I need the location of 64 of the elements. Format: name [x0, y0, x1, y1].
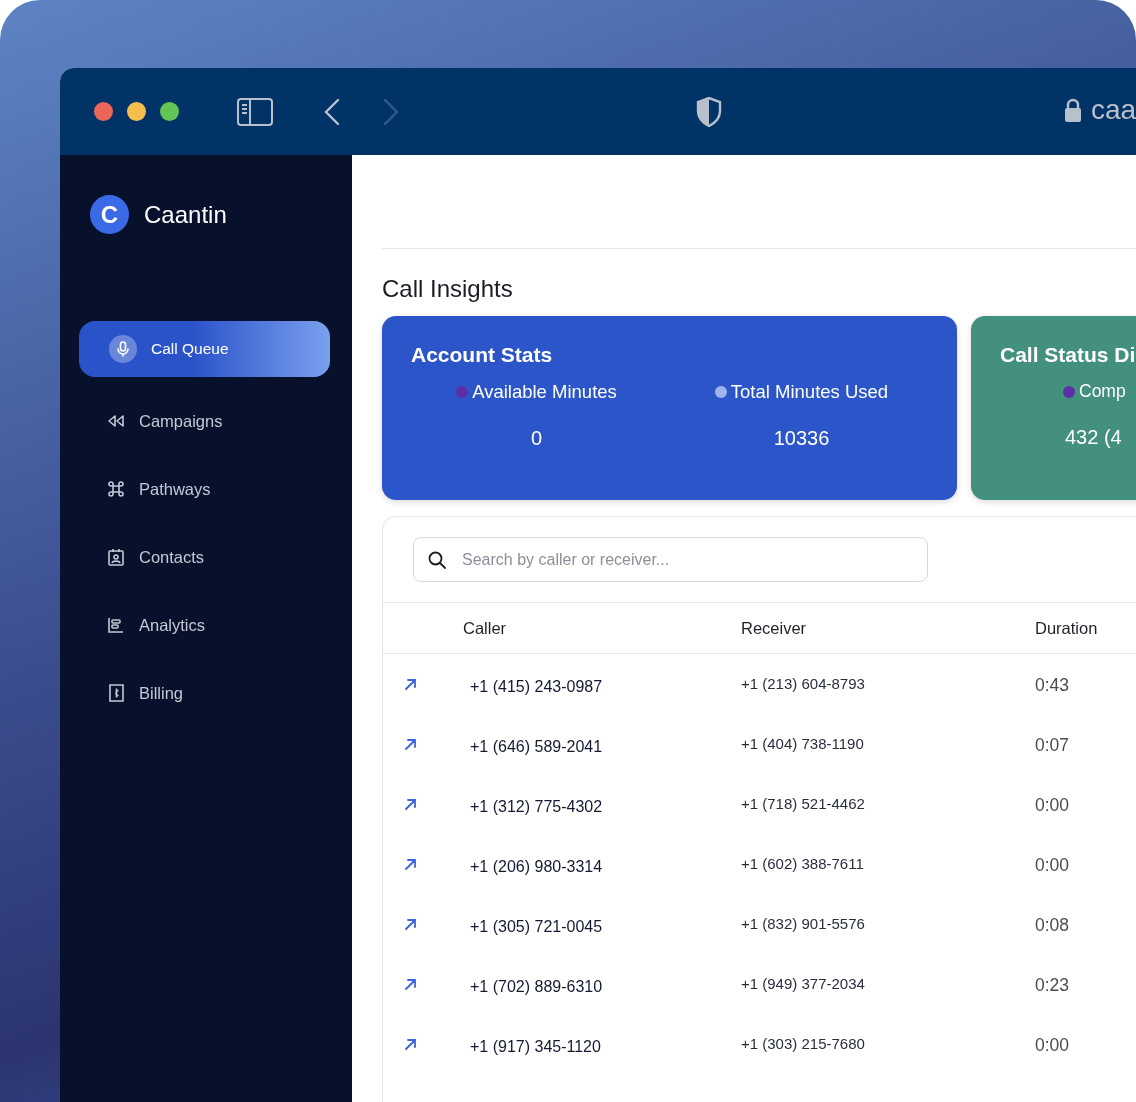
logo-icon: C: [90, 195, 129, 234]
outgoing-call-icon: [405, 978, 416, 990]
back-chevron-icon[interactable]: [324, 97, 340, 126]
nav-item[interactable]: Billing: [79, 665, 330, 721]
outgoing-call-icon: [405, 1038, 416, 1050]
sidebar-toggle-icon[interactable]: [237, 97, 273, 126]
nav-item[interactable]: Analytics: [79, 597, 330, 653]
caller-number: +1 (415) 243-0987: [470, 678, 603, 695]
section-title: Call Insights: [382, 275, 514, 303]
call-duration: 0:00: [1035, 854, 1070, 875]
stat-value: 10336: [773, 427, 830, 449]
column-header[interactable]: Caller: [463, 618, 507, 637]
call-duration: 0:07: [1035, 734, 1070, 755]
call-duration: 0:00: [1035, 1034, 1070, 1055]
receiver-number: +1 (213) 604-8793: [741, 674, 865, 692]
call-duration: 0:00: [1035, 794, 1070, 815]
caller-number: +1 (702) 889-6310: [470, 978, 603, 995]
nav-item[interactable]: Call Queue: [79, 321, 330, 377]
microphone-icon: [117, 341, 129, 357]
outgoing-call-icon: [405, 918, 416, 930]
card-title: Account Stats: [410, 343, 554, 367]
stat-value: 432 (4: [1065, 426, 1122, 448]
receiver-number: +1 (832) 901-5576: [741, 914, 865, 932]
caller-number: +1 (312) 775-4302: [470, 798, 603, 815]
card-title: Call Status Di: [999, 343, 1136, 367]
caller-number: +1 (305) 721-0045: [470, 918, 603, 935]
column-header[interactable]: Duration: [1035, 618, 1098, 637]
contact-card-icon: [108, 548, 124, 566]
outgoing-call-icon: [405, 738, 416, 750]
stat-value: 0: [530, 427, 543, 449]
minimize-button[interactable]: [127, 102, 146, 121]
outgoing-call-icon: [405, 798, 416, 810]
lock-icon: [1064, 97, 1082, 123]
column-header[interactable]: Receiver: [741, 618, 807, 637]
receiver-number: +1 (303) 215-7680: [741, 1034, 865, 1052]
receiver-number: +1 (718) 521-4462: [741, 794, 865, 812]
chart-icon: [108, 617, 124, 633]
shield-icon[interactable]: [696, 96, 722, 127]
receiver-number: +1 (949) 377-2034: [741, 974, 865, 992]
stat-label: Total Minutes Used: [730, 381, 889, 403]
call-duration: 0:23: [1035, 974, 1070, 995]
receipt-icon: [108, 684, 124, 702]
caller-number: +1 (646) 589-2041: [470, 738, 603, 755]
caller-number: +1 (206) 980-3314: [470, 858, 603, 875]
search-field[interactable]: Search by caller or receiver...: [413, 537, 928, 582]
nav-item[interactable]: Pathways: [79, 461, 330, 517]
search-icon: [428, 551, 446, 569]
address-text[interactable]: caa: [1091, 94, 1136, 126]
rewind-icon: [107, 414, 125, 428]
outgoing-call-icon: [405, 678, 416, 690]
brand-name: Caantin: [144, 200, 227, 229]
stat-label: Comp: [1079, 381, 1126, 402]
receiver-number: +1 (404) 738-1190: [741, 734, 864, 752]
receiver-number: +1 (602) 388-7611: [741, 854, 864, 872]
nav-item[interactable]: Contacts: [79, 529, 330, 585]
close-button[interactable]: [94, 102, 113, 121]
nav-item[interactable]: Campaigns: [79, 393, 330, 449]
caller-number: +1 (917) 345-1120: [470, 1038, 601, 1055]
call-duration: 0:08: [1035, 914, 1070, 935]
stat-label: Available Minutes: [472, 381, 617, 403]
zoom-button[interactable]: [160, 102, 179, 121]
outgoing-call-icon: [405, 858, 416, 870]
command-key-icon: [107, 480, 125, 498]
call-duration: 0:43: [1035, 674, 1070, 695]
